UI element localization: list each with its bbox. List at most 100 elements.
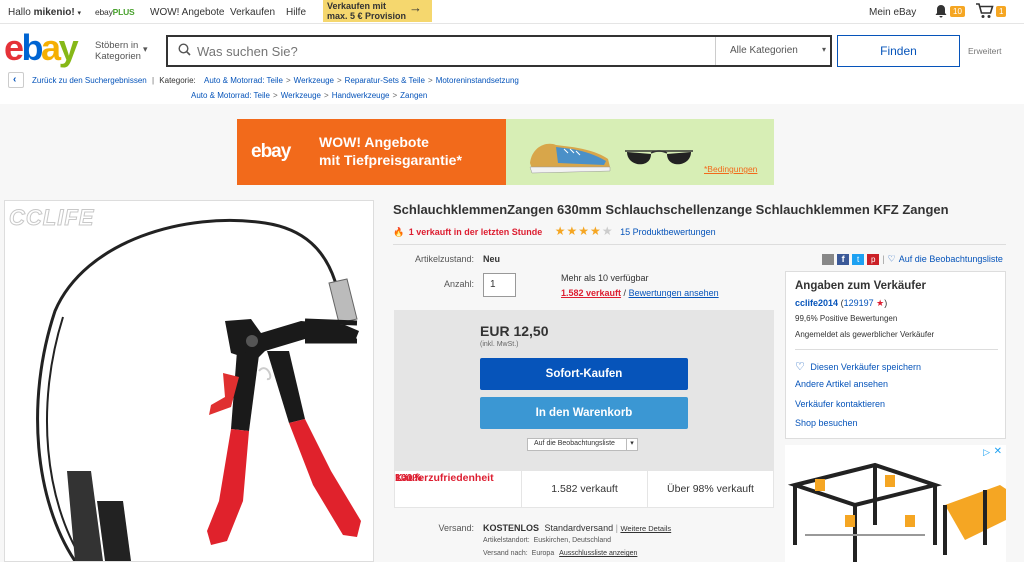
exclusion-list-link[interactable]: Ausschlussliste anzeigen — [559, 550, 637, 557]
seller-type: Angemeldet als gewerblicher Verkäufer — [795, 330, 935, 339]
breadcrumb-link[interactable]: Handwerkzeuge — [332, 91, 390, 100]
divider — [393, 244, 1006, 245]
breadcrumb: ‹ Zurück zu den Suchergebnissen | Katego… — [0, 70, 1024, 104]
promo-banner[interactable]: ebay WOW! Angebote mit Tiefpreisgarantie… — [237, 119, 774, 185]
shipping-info: KOSTENLOS Standardversand | Weitere Deta… — [483, 523, 672, 533]
vat-note: (inkl. MwSt.) — [480, 341, 519, 348]
chevron-left-icon: ‹ — [13, 74, 17, 85]
seller-score-link[interactable]: 129197 — [844, 298, 874, 308]
item-meta: 🔥 1 verkauft in der letzten Stunde ★★★★★… — [393, 224, 716, 238]
help-link[interactable]: Hilfe — [286, 7, 306, 18]
find-button[interactable]: Finden — [837, 35, 960, 67]
rating-stars[interactable]: ★★★★★ — [555, 224, 614, 238]
promo-banner-left: ebay WOW! Angebote mit Tiefpreisgarantie… — [237, 119, 506, 185]
heart-icon: ♡ — [795, 361, 805, 373]
category-label: Kategorie: — [159, 76, 196, 85]
item-title: SchlauchklemmenZangen 630mm Schlauchsche… — [393, 202, 949, 217]
promo-banner-right: *Bedingungen — [506, 119, 774, 185]
buy-box: EUR 12,50 (inkl. MwSt.) Sofort-Kaufen In… — [394, 310, 774, 508]
pinterest-icon[interactable]: p — [867, 253, 880, 265]
breadcrumb-link[interactable]: Motoreninstandsetzung — [436, 76, 519, 85]
3d-printer-image — [785, 462, 1006, 562]
product-image[interactable]: CCLIFE — [4, 200, 374, 562]
stat-over-sold: Über 98% verkauft — [647, 471, 773, 507]
breadcrumb-link[interactable]: Werkzeuge — [294, 76, 334, 85]
other-items-link[interactable]: Andere Artikel ansehen — [795, 379, 888, 389]
email-icon[interactable] — [822, 253, 834, 265]
banner-conditions-link[interactable]: *Bedingungen — [704, 164, 757, 174]
add-to-cart-button[interactable]: In den Warenkorb — [480, 397, 688, 429]
contact-seller-link[interactable]: Verkäufer kontaktieren — [795, 399, 885, 409]
breadcrumb-row-2: Auto & Motorrad: Teile > Werkzeuge > Handwer… — [191, 91, 428, 100]
back-to-results-link[interactable]: Zurück zu den Suchergebnissen — [32, 76, 147, 85]
watch-select-label: Auf die Beobachtungsliste — [534, 440, 615, 447]
seller-heading: Angaben zum Verkäufer — [795, 280, 927, 292]
breadcrumb-link[interactable]: Werkzeuge — [281, 91, 321, 100]
chevron-down-icon: ▾ — [143, 44, 148, 54]
watch-select[interactable]: Auf die Beobachtungsliste ▾ — [527, 438, 638, 451]
quantity-input[interactable]: 1 — [483, 273, 516, 297]
greeting-prefix: Hallo — [8, 7, 34, 18]
shipping-free: KOSTENLOS — [483, 523, 540, 533]
breadcrumb-link[interactable]: Auto & Motorrad: Teile — [191, 91, 270, 100]
flame-icon: 🔥 — [393, 227, 405, 237]
back-button[interactable]: ‹ — [8, 72, 24, 88]
wow-deals-link[interactable]: WOW! Angebote — [150, 7, 224, 18]
ships-to: Versand nach: Europa Ausschlussliste anz… — [483, 550, 637, 557]
visit-shop-link[interactable]: Shop besuchen — [795, 418, 858, 428]
shipping-details-link[interactable]: Weitere Details — [620, 524, 671, 533]
shipping-label: Versand: — [438, 523, 474, 533]
browse-line1: Stöbern in — [95, 40, 139, 51]
reviews-link[interactable]: 15 Produktbewertungen — [620, 227, 716, 237]
greeting-user: mikenio! — [33, 7, 75, 18]
browse-categories[interactable]: Stöbern in Kategorien ▾ — [95, 40, 148, 62]
save-seller-row[interactable]: ♡ Diesen Verkäufer speichern — [795, 360, 921, 373]
chevron-down-icon: ▾ — [821, 45, 826, 54]
chevron-down-icon: ▾ — [626, 439, 637, 450]
ebay-plus-link[interactable]: ebayPLUS — [95, 7, 135, 17]
bell-icon[interactable] — [935, 4, 947, 21]
availability: Mehr als 10 verfügbar — [561, 273, 649, 283]
greeting[interactable]: Hallo mikenio! ▾ — [8, 7, 81, 18]
breadcrumb-link[interactable]: Zangen — [400, 91, 427, 100]
twitter-icon[interactable]: t — [852, 253, 865, 265]
star-icon: ★ — [876, 298, 885, 308]
breadcrumb-link[interactable]: Auto & Motorrad: Teile — [204, 76, 283, 85]
search-box: Alle Kategorien ▾ — [166, 35, 832, 67]
stat-satisfaction: 100% Käuferzufriedenheit — [395, 471, 521, 507]
buy-now-button[interactable]: Sofort-Kaufen — [480, 358, 688, 390]
my-ebay-link[interactable]: Mein eBay — [869, 7, 916, 18]
stats-bar: 100% Käuferzufriedenheit 1.582 verkauft … — [394, 470, 774, 508]
ebay-logo[interactable]: ebay — [4, 30, 79, 66]
seller-box: Angaben zum Verkäufer cclife2014 (129197… — [785, 271, 1006, 439]
ships-to-prefix: Versand nach: Europa — [483, 550, 555, 557]
price: EUR 12,50 — [480, 323, 549, 339]
search-input[interactable] — [197, 42, 697, 60]
save-seller-link[interactable]: Diesen Verkäufer speichern — [810, 362, 921, 372]
top-bar: Hallo mikenio! ▾ ebayPLUS WOW! Angebote … — [0, 0, 1024, 24]
condition-value: Neu — [483, 254, 501, 264]
category-select-value: Alle Kategorien — [730, 45, 798, 56]
reviews-view-link[interactable]: Bewertungen ansehen — [629, 288, 719, 298]
seller-positive: 99,6% Positive Bewertungen — [795, 314, 898, 323]
sunglasses-image — [625, 150, 693, 165]
sell-link[interactable]: Verkaufen — [230, 7, 275, 18]
banner-line2: mit Tiefpreisgarantie* — [319, 152, 462, 168]
category-select[interactable]: Alle Kategorien ▾ — [715, 37, 832, 65]
seller-name-link[interactable]: cclife2014 — [795, 298, 838, 308]
sneaker-image — [529, 143, 611, 174]
arrow-right-icon: → — [409, 0, 422, 15]
sold-link[interactable]: 1.582 verkauft — [561, 288, 621, 298]
facebook-icon[interactable]: f — [837, 253, 850, 265]
add-to-watchlist-link[interactable]: Auf die Beobachtungsliste — [899, 254, 1003, 264]
search-icon — [178, 43, 191, 59]
advertisement[interactable]: ▷ ✕ — [785, 445, 1006, 562]
heart-icon: ♡ — [887, 253, 896, 264]
cart-icon[interactable] — [976, 3, 994, 22]
advanced-search-link[interactable]: Erweitert — [968, 46, 1002, 56]
header: ebay Stöbern in Kategorien ▾ Alle Katego… — [0, 24, 1024, 72]
sold-recent: 1 verkauft in der letzten Stunde — [408, 227, 543, 237]
breadcrumb-link[interactable]: Reparatur-Sets & Teile — [345, 76, 425, 85]
sell-promo-banner[interactable]: Verkaufen mit max. 5 € Provision → — [323, 0, 432, 22]
browse-line2: Kategorien — [95, 51, 141, 62]
